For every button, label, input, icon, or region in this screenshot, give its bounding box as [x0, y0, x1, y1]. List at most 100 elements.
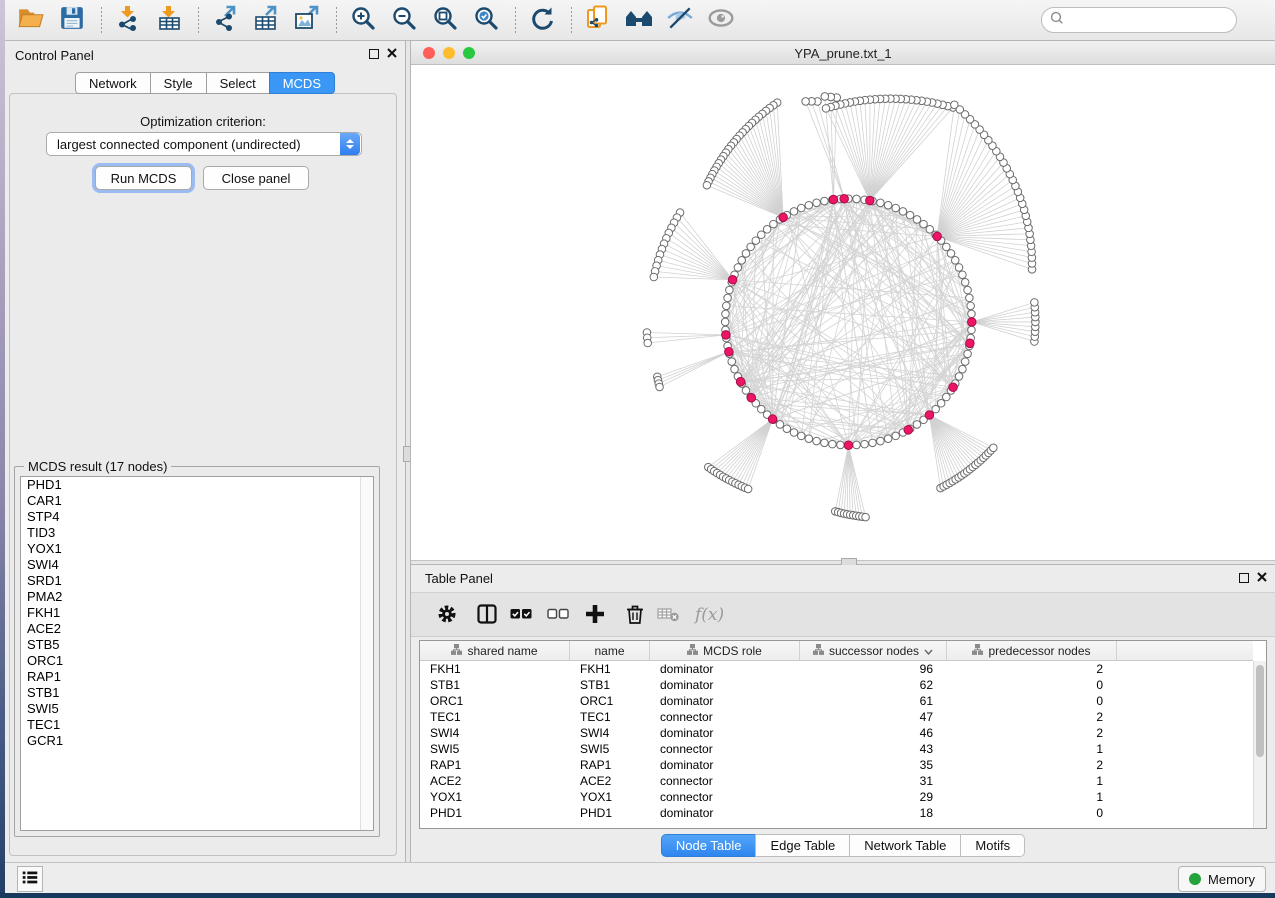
column-header-mcds-role[interactable]: MCDS role	[650, 641, 800, 660]
tab-network[interactable]: Network	[75, 72, 150, 94]
refresh-layout-button[interactable]	[526, 4, 558, 36]
hide-selected-button[interactable]	[664, 4, 696, 36]
criterion-select[interactable]: largest connected component (undirected)	[46, 132, 362, 156]
table-cell: ORC1	[570, 693, 650, 709]
tab-label: Network	[89, 76, 137, 91]
table-row[interactable]: YOX1YOX1connector291	[420, 789, 1253, 805]
export-table-button[interactable]	[250, 4, 282, 36]
save-button[interactable]	[56, 4, 88, 36]
criterion-selected-value: largest connected component (undirected)	[47, 137, 340, 152]
float-panel-icon[interactable]	[1239, 573, 1249, 583]
column-label: MCDS role	[703, 644, 762, 658]
column-label: name	[594, 644, 624, 658]
mcds-result-item[interactable]: GCR1	[21, 733, 373, 749]
table-row[interactable]: RAP1RAP1dominator352	[420, 757, 1253, 773]
table-cell: dominator	[650, 693, 800, 709]
network-graph[interactable]	[411, 65, 1275, 560]
mcds-result-item[interactable]: SWI4	[21, 557, 373, 573]
mcds-result-item[interactable]: PHD1	[21, 477, 373, 493]
zoom-in-button[interactable]	[347, 4, 379, 36]
table-row[interactable]: PHD1PHD1dominator180	[420, 805, 1253, 821]
table-cell: connector	[650, 741, 800, 757]
import-network-button[interactable]	[112, 4, 144, 36]
deselect-all-rows-button[interactable]	[546, 604, 570, 628]
tab-edge-table[interactable]: Edge Table	[755, 834, 849, 857]
float-panel-icon[interactable]	[369, 49, 379, 59]
scrollbar-thumb[interactable]	[1256, 665, 1264, 757]
delete-column-button[interactable]	[623, 604, 647, 628]
mcds-result-item[interactable]: FKH1	[21, 605, 373, 621]
table-cell: 1	[947, 789, 1117, 805]
table-scrollbar[interactable]	[1253, 661, 1266, 828]
mcds-result-item[interactable]: SWI5	[21, 701, 373, 717]
column-header-name[interactable]: name	[570, 641, 650, 660]
select-all-rows-button[interactable]	[509, 604, 533, 628]
table-row[interactable]: STB1STB1dominator620	[420, 677, 1253, 693]
mcds-list-scrollbar[interactable]	[360, 477, 373, 830]
import-table-button[interactable]	[153, 4, 185, 36]
mcds-result-item[interactable]: PMA2	[21, 589, 373, 605]
table-cell: FKH1	[570, 661, 650, 677]
tab-label: Style	[164, 76, 193, 91]
mcds-result-item[interactable]: ACE2	[21, 621, 373, 637]
export-image-button[interactable]	[291, 4, 323, 36]
zoom-fit-button[interactable]	[429, 4, 461, 36]
column-header-shared-name[interactable]: shared name	[420, 641, 570, 660]
table-cell: PHD1	[420, 805, 570, 821]
network-from-selection-button[interactable]	[582, 4, 614, 36]
mcds-result-item[interactable]: SRD1	[21, 573, 373, 589]
zoom-fit-icon	[432, 5, 458, 36]
open-file-button[interactable]	[15, 4, 47, 36]
binoculars-button[interactable]	[623, 4, 655, 36]
table-row[interactable]: SWI4SWI4dominator462	[420, 725, 1253, 741]
run-mcds-button[interactable]: Run MCDS	[95, 166, 192, 190]
show-all-button[interactable]	[705, 4, 737, 36]
table-cell: 46	[800, 725, 947, 741]
network-canvas[interactable]	[411, 65, 1275, 560]
tab-network-table[interactable]: Network Table	[849, 834, 960, 857]
settings-button[interactable]	[435, 604, 459, 628]
column-header-successor-nodes[interactable]: successor nodes	[800, 641, 947, 660]
add-column-button[interactable]	[583, 604, 607, 628]
memory-button[interactable]: Memory	[1178, 866, 1266, 892]
mcds-result-item[interactable]: TID3	[21, 525, 373, 541]
column-header-predecessor-nodes[interactable]: predecessor nodes	[947, 641, 1117, 660]
mcds-result-item[interactable]: STP4	[21, 509, 373, 525]
search-field[interactable]	[1041, 7, 1237, 33]
mcds-result-item[interactable]: STB5	[21, 637, 373, 653]
mcds-result-item[interactable]: STB1	[21, 685, 373, 701]
table-cell: TEC1	[570, 709, 650, 725]
hide-selected-icon	[666, 5, 694, 36]
table-row[interactable]: ACE2ACE2connector311	[420, 773, 1253, 789]
tab-node-table[interactable]: Node Table	[661, 834, 756, 857]
zoom-out-button[interactable]	[388, 4, 420, 36]
close-panel-icon[interactable]	[387, 48, 397, 59]
table-cell-filler	[1117, 773, 1253, 789]
export-network-button[interactable]	[209, 4, 241, 36]
split-panel-button[interactable]	[475, 604, 499, 628]
mcds-result-item[interactable]: TEC1	[21, 717, 373, 733]
tab-label: Select	[220, 76, 256, 91]
mcds-result-item[interactable]: YOX1	[21, 541, 373, 557]
table-row[interactable]: FKH1FKH1dominator962	[420, 661, 1253, 677]
tab-select[interactable]: Select	[206, 72, 269, 94]
column-label: predecessor nodes	[988, 644, 1090, 658]
table-cell: 2	[947, 725, 1117, 741]
close-panel-button[interactable]: Close panel	[203, 166, 309, 190]
tab-mcds[interactable]: MCDS	[269, 72, 335, 94]
table-tabs: Node TableEdge TableNetwork TableMotifs	[411, 834, 1275, 857]
mcds-result-list[interactable]: PHD1CAR1STP4TID3YOX1SWI4SRD1PMA2FKH1ACE2…	[20, 476, 374, 831]
table-row[interactable]: ORC1ORC1dominator610	[420, 693, 1253, 709]
zoom-selected-button[interactable]	[470, 4, 502, 36]
panel-menu-button[interactable]	[17, 866, 43, 892]
search-input[interactable]	[1064, 13, 1224, 28]
close-panel-icon[interactable]	[1257, 572, 1267, 583]
mcds-result-item[interactable]: ORC1	[21, 653, 373, 669]
table-row[interactable]: SWI5SWI5connector431	[420, 741, 1253, 757]
mcds-result-item[interactable]: CAR1	[21, 493, 373, 509]
table-row[interactable]: TEC1TEC1connector472	[420, 709, 1253, 725]
table-panel-title: Table Panel	[425, 571, 493, 586]
tab-style[interactable]: Style	[150, 72, 206, 94]
mcds-result-item[interactable]: RAP1	[21, 669, 373, 685]
tab-motifs[interactable]: Motifs	[960, 834, 1025, 857]
